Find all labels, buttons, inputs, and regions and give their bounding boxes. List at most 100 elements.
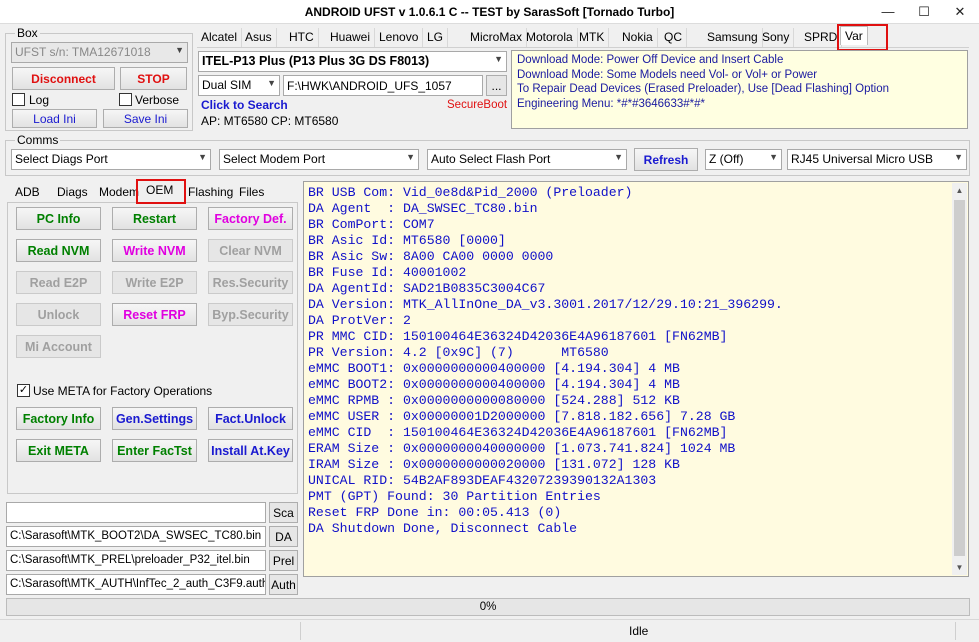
pc-info-button[interactable]: PC Info bbox=[16, 207, 101, 230]
maximize-button[interactable]: ☐ bbox=[906, 0, 942, 24]
log-line: PR MMC CID: 150100464E36324D42036E4A9618… bbox=[308, 329, 728, 344]
load-ini-button[interactable]: Load Ini bbox=[12, 109, 97, 128]
byp-security-button[interactable]: Byp.Security bbox=[208, 303, 293, 326]
verbose-checkbox[interactable] bbox=[119, 93, 132, 106]
reset-frp-button[interactable]: Reset FRP bbox=[112, 303, 197, 326]
tab-lenovo[interactable]: Lenovo bbox=[375, 28, 424, 47]
log-line: DA AgentId: SAD21B0835C3004C67 bbox=[308, 281, 546, 296]
tab-qc[interactable]: QC bbox=[660, 28, 687, 47]
install-atkey-button[interactable]: Install At.Key bbox=[208, 439, 293, 462]
scroll-thumb[interactable] bbox=[954, 200, 965, 556]
model-select[interactable]: ITEL-P13 Plus (P13 Plus 3G DS F8013) ▼ bbox=[198, 51, 507, 72]
factory-info-button[interactable]: Factory Info bbox=[16, 407, 101, 430]
res-security-button[interactable]: Res.Security bbox=[208, 271, 293, 294]
tab-adb[interactable]: ADB bbox=[15, 185, 40, 203]
tab-motorola[interactable]: Motorola bbox=[522, 28, 578, 47]
tab-diags[interactable]: Diags bbox=[57, 185, 88, 203]
clear-nvm-button[interactable]: Clear NVM bbox=[208, 239, 293, 262]
use-meta-checkbox[interactable]: ✓ bbox=[17, 384, 30, 397]
restart-button[interactable]: Restart bbox=[112, 207, 197, 230]
log-scrollbar[interactable]: ▲ ▼ bbox=[952, 183, 967, 575]
read-nvm-button[interactable]: Read NVM bbox=[16, 239, 101, 262]
status-divider bbox=[955, 622, 956, 640]
log-output[interactable]: BR USB Com: Vid_0e8d&Pid_2000 (Preloader… bbox=[303, 181, 969, 577]
save-ini-button[interactable]: Save Ini bbox=[103, 109, 188, 128]
da-path-field[interactable]: C:\Sarasoft\MTK_BOOT2\DA_SWSEC_TC80.bin bbox=[6, 526, 266, 547]
factory-def-button[interactable]: Factory Def. bbox=[208, 207, 293, 230]
read-e2p-button[interactable]: Read E2P bbox=[16, 271, 101, 294]
rj45-select[interactable]: RJ45 Universal Micro USB ▼ bbox=[787, 149, 967, 170]
disconnect-button[interactable]: Disconnect bbox=[12, 67, 115, 90]
unlock-button[interactable]: Unlock bbox=[16, 303, 101, 326]
prel-path-field[interactable]: C:\Sarasoft\MTK_PREL\preloader_P32_itel.… bbox=[6, 550, 266, 571]
tab-asus[interactable]: Asus bbox=[241, 28, 277, 47]
tab-samsung[interactable]: Samsung bbox=[703, 28, 763, 47]
mi-account-button[interactable]: Mi Account bbox=[16, 335, 101, 358]
close-button[interactable]: ✕ bbox=[942, 0, 978, 24]
stop-button[interactable]: STOP bbox=[120, 67, 187, 90]
log-line: eMMC USER : 0x00000001D2000000 [7.818.18… bbox=[308, 409, 736, 424]
click-to-search-link[interactable]: Click to Search bbox=[201, 98, 288, 112]
sim-select[interactable]: Dual SIM ▼ bbox=[198, 75, 280, 96]
tab-nokia[interactable]: Nokia bbox=[618, 28, 658, 47]
auth-path-field[interactable]: C:\Sarasoft\MTK_AUTH\InfTec_2_auth_C3F9.… bbox=[6, 574, 266, 595]
chevron-down-icon: ▼ bbox=[175, 45, 184, 55]
tab-files[interactable]: Files bbox=[239, 185, 264, 203]
log-line: DA Agent : DA_SWSEC_TC80.bin bbox=[308, 201, 538, 216]
status-divider bbox=[300, 622, 301, 640]
info-line: Engineering Menu: *#*#3646633#*#* bbox=[517, 97, 705, 110]
tab-alcatel[interactable]: Alcatel bbox=[197, 28, 243, 47]
refresh-button[interactable]: Refresh bbox=[634, 148, 698, 171]
log-line: BR ComPort: COM7 bbox=[308, 217, 435, 232]
minimize-button[interactable]: — bbox=[870, 0, 906, 24]
log-checkbox[interactable] bbox=[12, 93, 25, 106]
ap-cp-label: AP: MT6580 CP: MT6580 bbox=[201, 114, 339, 128]
z-option-select[interactable]: Z (Off) ▼ bbox=[705, 149, 782, 170]
info-line: To Repair Dead Devices (Erased Preloader… bbox=[517, 83, 890, 95]
gen-settings-button[interactable]: Gen.Settings bbox=[112, 407, 197, 430]
chevron-down-icon: ▼ bbox=[406, 152, 415, 162]
progress-bar: 0% bbox=[6, 598, 970, 616]
chevron-down-icon: ▼ bbox=[614, 152, 623, 162]
log-line: IRAM Size : 0x0000000000020000 [131.072]… bbox=[308, 457, 680, 472]
sca-button[interactable]: Sca bbox=[269, 502, 298, 523]
log-line: BR Fuse Id: 40001002 bbox=[308, 265, 467, 280]
write-nvm-button[interactable]: Write NVM bbox=[112, 239, 197, 262]
tab-micromax[interactable]: MicroMax bbox=[466, 28, 528, 47]
exit-meta-button[interactable]: Exit META bbox=[16, 439, 101, 462]
log-line: UNICAL RID: 54B2AF893DEAF43207239390132A… bbox=[308, 473, 657, 488]
tab-flashing[interactable]: Flashing bbox=[188, 185, 233, 203]
log-line: DA Version: MTK_AllInOne_DA_v3.3001.2017… bbox=[308, 297, 783, 312]
use-meta-label: Use META for Factory Operations bbox=[33, 384, 213, 398]
prel-button[interactable]: Prel bbox=[269, 550, 298, 571]
tab-mtk[interactable]: MTK bbox=[575, 28, 610, 47]
window-title: ANDROID UFST v 1.0.6.1 C -- TEST by Sara… bbox=[304, 5, 675, 19]
log-line: ERAM Size : 0x0000000040000000 [1.073.74… bbox=[308, 441, 736, 456]
browse-button[interactable]: ... bbox=[486, 75, 507, 96]
serial-select[interactable]: UFST s/n: TMA12671018 ▼ bbox=[11, 42, 188, 63]
serial-value: UFST s/n: TMA12671018 bbox=[15, 45, 151, 59]
tab-sony[interactable]: Sony bbox=[758, 28, 795, 47]
scroll-up-icon[interactable]: ▲ bbox=[952, 183, 967, 198]
oem-tab-highlight bbox=[136, 179, 186, 204]
tab-sprd[interactable]: SPRD bbox=[800, 28, 843, 47]
tab-modem[interactable]: Modem bbox=[99, 185, 139, 203]
scroll-down-icon[interactable]: ▼ bbox=[952, 560, 967, 575]
tab-huawei[interactable]: Huawei bbox=[326, 28, 376, 47]
da-button[interactable]: DA bbox=[269, 526, 298, 547]
enter-factst-button[interactable]: Enter FacTst bbox=[112, 439, 197, 462]
fact-unlock-button[interactable]: Fact.Unlock bbox=[208, 407, 293, 430]
sca-input[interactable] bbox=[6, 502, 266, 523]
diags-port-select[interactable]: Select Diags Port ▼ bbox=[11, 149, 211, 170]
write-e2p-button[interactable]: Write E2P bbox=[112, 271, 197, 294]
modem-port-select[interactable]: Select Modem Port ▼ bbox=[219, 149, 419, 170]
tab-lg[interactable]: LG bbox=[423, 28, 449, 47]
log-line: PR Version: 4.2 [0x9C] (7) MT6580 bbox=[308, 345, 609, 360]
auth-button[interactable]: Auth bbox=[269, 574, 298, 595]
info-panel: Download Mode: Power Off Device and Inse… bbox=[511, 50, 968, 129]
path-input[interactable]: F:\HWK\ANDROID_UFS_1057 bbox=[283, 75, 483, 96]
tab-htc[interactable]: HTC bbox=[284, 28, 319, 47]
flash-port-select[interactable]: Auto Select Flash Port ▼ bbox=[427, 149, 627, 170]
flash-port-value: Auto Select Flash Port bbox=[431, 152, 551, 166]
log-lines: BR USB Com: Vid_0e8d&Pid_2000 (Preloader… bbox=[304, 182, 968, 537]
